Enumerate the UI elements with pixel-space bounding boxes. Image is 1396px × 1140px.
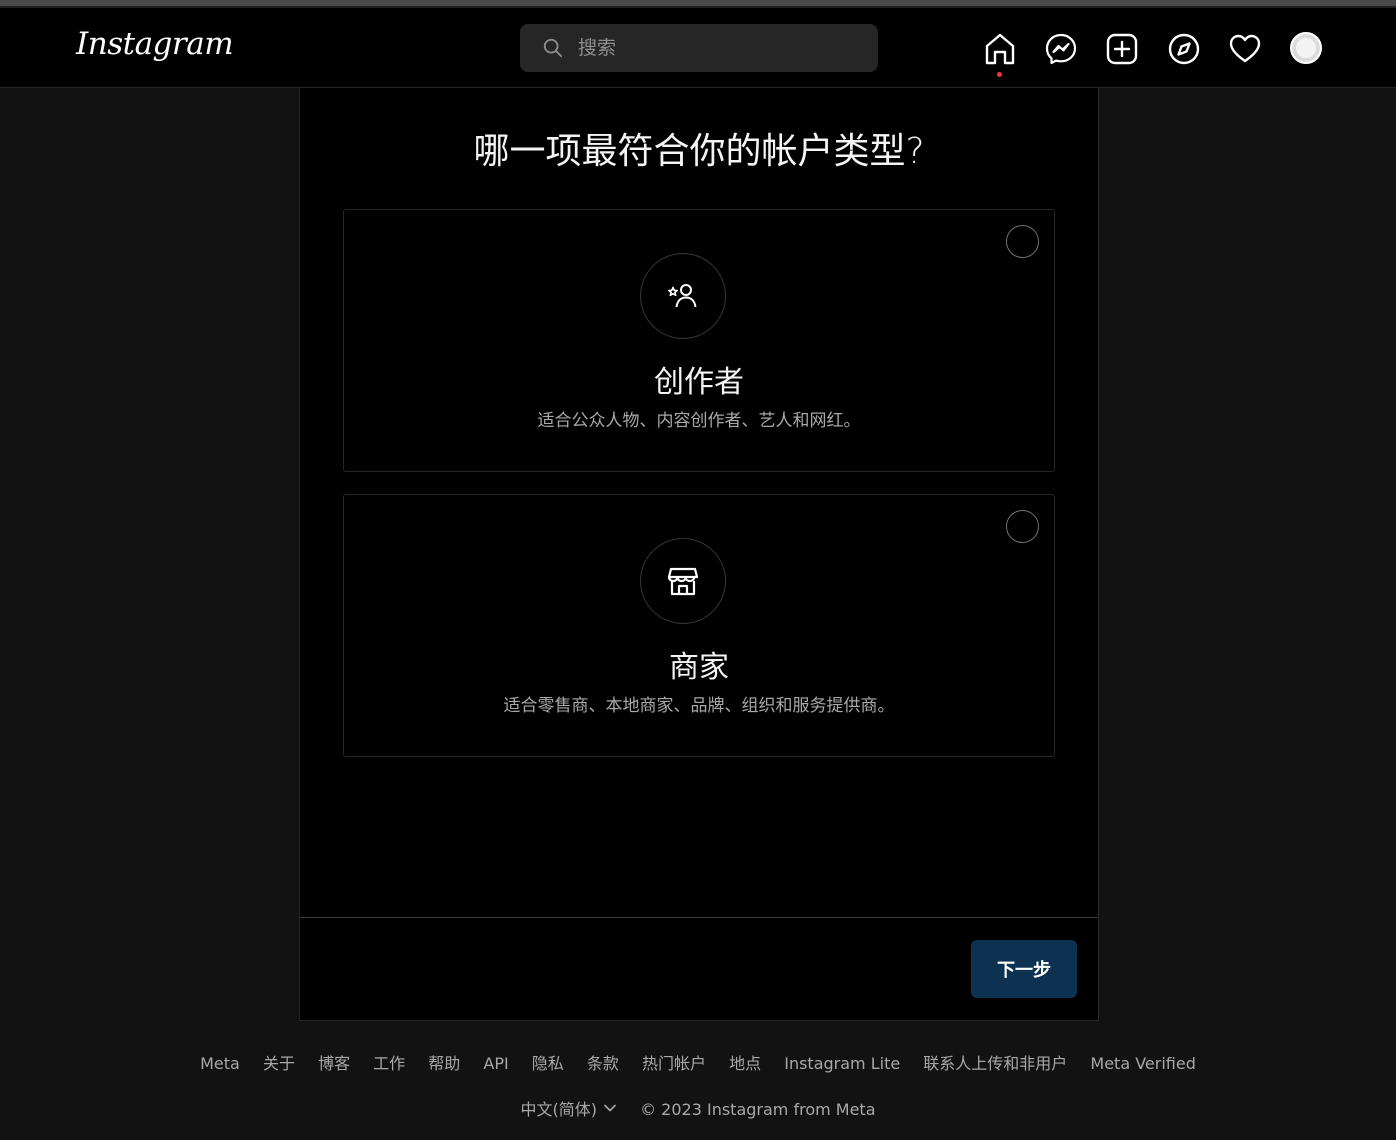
creator-description: 适合公众人物、内容创作者、艺人和网红。 [537,411,861,431]
business-radio[interactable] [1006,510,1039,543]
create-post-icon[interactable] [1105,32,1139,66]
language-selector[interactable]: 中文(简体) [520,1096,617,1120]
creator-icon [640,253,726,339]
account-type-panel: 哪一项最符合你的帐户类型? 创作者 适合公众人物、内容创作者、艺人和网红。 商家… [299,88,1099,1021]
messenger-icon[interactable] [1044,32,1078,66]
business-description: 适合零售商、本地商家、品牌、组织和服务提供商。 [503,696,895,716]
footer-link-locations[interactable]: 地点 [729,1054,761,1073]
footer-bottom: 中文(简体) © 2023 Instagram from Meta [0,1096,1396,1120]
home-icon[interactable] [983,32,1017,77]
explore-compass-icon[interactable] [1167,32,1201,66]
footer-links: Meta 关于 博客 工作 帮助 API 隐私 条款 热门帐户 地点 Insta… [0,1050,1396,1074]
activity-heart-icon[interactable] [1228,32,1262,66]
option-business[interactable]: 商家 适合零售商、本地商家、品牌、组织和服务提供商。 [343,494,1055,757]
option-creator[interactable]: 创作者 适合公众人物、内容创作者、艺人和网红。 [343,209,1055,472]
footer-link-blog[interactable]: 博客 [318,1054,350,1073]
footer-link-privacy[interactable]: 隐私 [532,1054,564,1073]
panel-footer: 下一步 [300,917,1098,1021]
footer-link-api[interactable]: API [483,1054,508,1073]
chevron-down-icon [604,1104,616,1112]
business-title: 商家 [669,650,729,685]
profile-avatar[interactable] [1290,32,1322,64]
search-input[interactable] [578,24,868,72]
creator-title: 创作者 [654,365,744,400]
copyright: © 2023 Instagram from Meta [640,1100,876,1119]
window-top-strip [0,0,1396,8]
footer-link-jobs[interactable]: 工作 [373,1054,405,1073]
footer-link-terms[interactable]: 条款 [587,1054,619,1073]
instagram-logo[interactable]: Instagram [76,26,234,62]
avatar-placeholder [1296,38,1316,58]
footer-link-instagram-lite[interactable]: Instagram Lite [784,1054,900,1073]
footer-link-meta[interactable]: Meta [200,1054,240,1073]
search-box[interactable] [520,24,878,72]
footer-link-meta-verified[interactable]: Meta Verified [1090,1054,1195,1073]
footer-link-about[interactable]: 关于 [263,1054,295,1073]
creator-radio[interactable] [1006,225,1039,258]
footer-link-help[interactable]: 帮助 [428,1054,460,1073]
storefront-icon [640,538,726,624]
search-icon [543,38,563,58]
next-button[interactable]: 下一步 [971,940,1077,998]
notification-dot [997,72,1002,77]
page-title: 哪一项最符合你的帐户类型? [473,131,925,172]
footer-link-top-accounts[interactable]: 热门帐户 [642,1054,706,1073]
language-label: 中文(简体) [520,1100,597,1119]
top-navbar: Instagram [0,8,1396,88]
footer-link-contact-uploading[interactable]: 联系人上传和非用户 [923,1054,1067,1073]
